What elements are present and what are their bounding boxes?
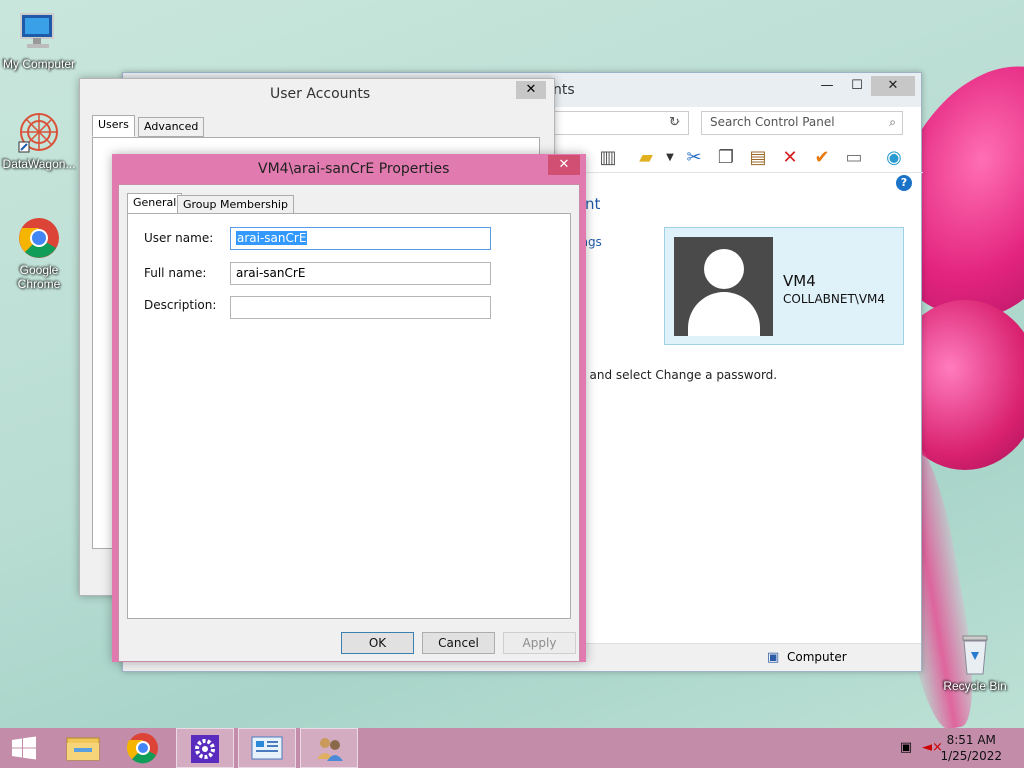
clock-time: 8:51 AM (946, 733, 996, 747)
computer-icon: ▣ (767, 650, 780, 665)
dropdown-icon[interactable]: ▼ (659, 147, 681, 169)
windows-logo-icon (12, 736, 36, 760)
control-panel-title: nts (553, 82, 575, 98)
full-name-value: arai-sanCrE (236, 266, 306, 280)
folder-icon[interactable]: ▰ (635, 147, 657, 169)
start-button[interactable] (0, 728, 48, 768)
taskbar-file-explorer[interactable] (54, 728, 112, 768)
globe-icon[interactable]: ◉ (883, 147, 905, 169)
user-name-label: User name: (144, 231, 214, 245)
desktop-icon-label: Recycle Bin (943, 679, 1007, 693)
properties-title: VM4\arai-sanCrE Properties (258, 161, 450, 177)
gear-icon (191, 735, 219, 763)
status-location: Computer (787, 650, 847, 664)
search-placeholder: Search Control Panel (710, 115, 835, 129)
folder-icon (66, 737, 100, 761)
general-tab-panel: User name: arai-sanCrE Full name: arai-s… (127, 213, 571, 619)
paste-icon[interactable]: ▤ (747, 147, 769, 169)
recycle-bin-icon (953, 632, 997, 676)
properties-body: General Group Membership User name: arai… (118, 184, 580, 662)
taskbar-settings[interactable] (176, 728, 234, 768)
cut-icon[interactable]: ✂ (683, 147, 705, 169)
cancel-button[interactable]: Cancel (422, 632, 495, 654)
description-label: Description: (144, 298, 217, 312)
users-icon (317, 738, 343, 761)
copy-icon[interactable]: ❐ (715, 147, 737, 169)
minimize-button[interactable]: — (813, 76, 841, 96)
user-accounts-titlebar[interactable]: User Accounts ✕ (80, 79, 554, 109)
taskbar-user-accounts[interactable] (300, 728, 358, 768)
clock[interactable]: 8:51 AM 1/25/2022 (940, 732, 1002, 764)
close-button[interactable]: ✕ (516, 81, 546, 99)
check-icon[interactable]: ✔ (811, 147, 833, 169)
ok-button[interactable]: OK (341, 632, 414, 654)
chrome-icon (126, 733, 158, 764)
clock-date: 1/25/2022 (940, 749, 1002, 763)
user-name-value: arai-sanCrE (236, 231, 308, 245)
help-icon[interactable]: ? (896, 175, 912, 191)
page-heading: nt (585, 195, 601, 213)
properties-icon[interactable]: ▭ (843, 147, 865, 169)
desktop-icon-datawagon[interactable]: DataWagon... (0, 110, 78, 171)
desktop-icon-label: My Computer (2, 57, 76, 71)
volume-muted-icon[interactable]: ◄× (922, 740, 943, 756)
search-input[interactable]: Search Control Panel ⌕ (701, 111, 903, 135)
full-name-label: Full name: (144, 266, 207, 280)
description-input[interactable] (230, 296, 491, 319)
tab-group-membership[interactable]: Group Membership (177, 195, 294, 215)
chrome-icon (17, 216, 61, 260)
close-button[interactable]: ✕ (548, 155, 580, 175)
properties-titlebar[interactable]: VM4\arai-sanCrE Properties ✕ (112, 154, 586, 184)
desktop-icon-label: DataWagon... (2, 157, 76, 171)
tab-general[interactable]: General (127, 193, 183, 215)
datawagon-icon (17, 110, 61, 154)
full-name-input[interactable]: arai-sanCrE (230, 262, 491, 285)
layout-icon[interactable]: ▥ (597, 147, 619, 169)
taskbar-chrome[interactable] (114, 728, 172, 768)
close-button[interactable]: ✕ (871, 76, 915, 96)
delete-icon[interactable]: ✕ (779, 147, 801, 169)
taskbar-control-panel[interactable] (238, 728, 296, 768)
tab-advanced[interactable]: Advanced (138, 117, 205, 137)
monitor-icon (17, 10, 61, 54)
user-properties-dialog[interactable]: VM4\arai-sanCrE Properties ✕ General Gro… (112, 154, 586, 662)
refresh-icon[interactable]: ↻ (669, 115, 680, 130)
user-accounts-title: User Accounts (270, 86, 371, 102)
taskbar: ▣ ◄× 8:51 AM 1/25/2022 (0, 728, 1024, 768)
maximize-button[interactable]: ☐ (843, 76, 871, 96)
user-card: VM4 COLLABNET\VM4 (664, 227, 904, 345)
tab-users[interactable]: Users (92, 115, 135, 137)
desktop-icon-google-chrome[interactable]: Google Chrome (0, 216, 78, 291)
avatar (674, 237, 773, 336)
apply-button[interactable]: Apply (503, 632, 576, 654)
desktop-icon-my-computer[interactable]: My Computer (0, 10, 78, 71)
user-card-domain: COLLABNET\VM4 (783, 292, 886, 306)
control-panel-icon (251, 736, 283, 760)
network-icon[interactable]: ▣ (898, 740, 914, 756)
desktop-icon-recycle-bin[interactable]: Recycle Bin (936, 632, 1014, 693)
desktop-icon-label: Google Chrome (17, 263, 61, 291)
user-card-name: VM4 (783, 272, 816, 290)
search-icon[interactable]: ⌕ (889, 115, 896, 130)
user-name-input[interactable]: arai-sanCrE (230, 227, 491, 250)
password-instructions: el and select Change a password. (575, 368, 778, 382)
toolbar: ▥ ▰ ▼ ✂ ❐ ▤ ✕ ✔ ▭ ◉ (553, 141, 923, 173)
